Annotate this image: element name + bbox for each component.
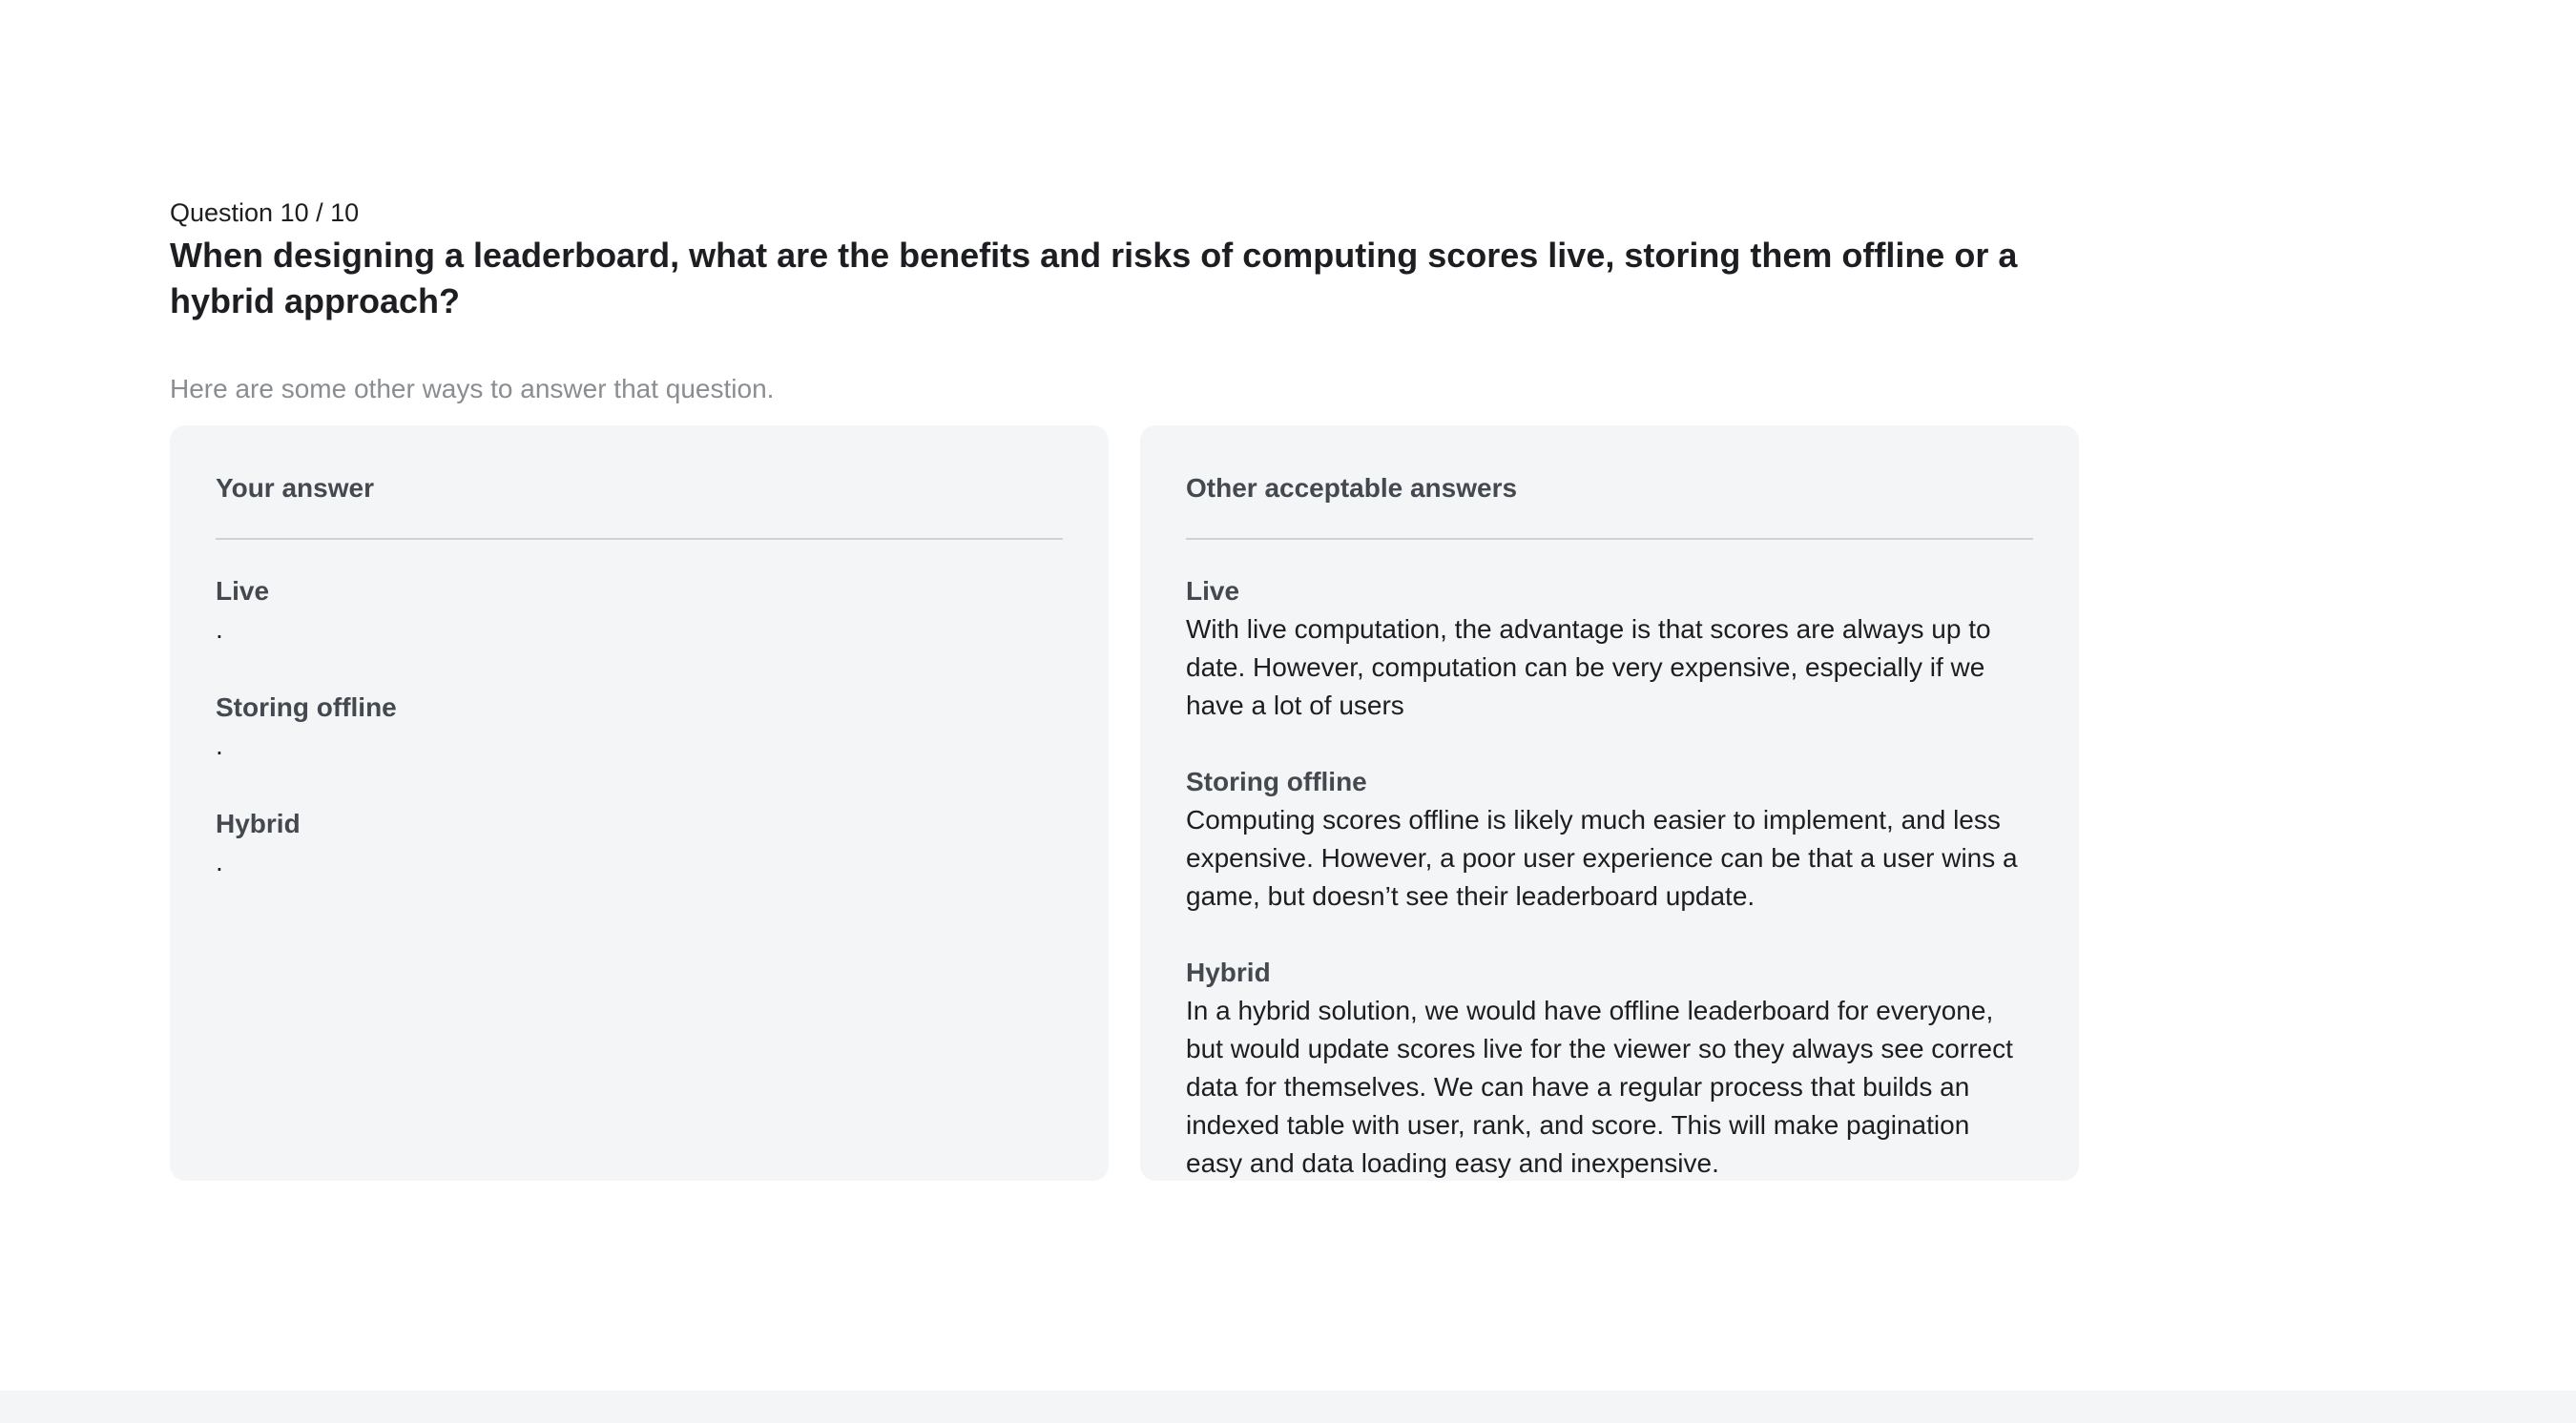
question-title: When designing a leaderboard, what are t… bbox=[170, 236, 2018, 320]
section-body: . bbox=[216, 731, 223, 760]
other-answer-section-storing-offline: Storing offline Computing scores offline… bbox=[1186, 763, 2033, 916]
answers-hint: Here are some other ways to answer that … bbox=[170, 374, 775, 403]
your-answer-section-live: Live . bbox=[216, 572, 1063, 649]
section-heading: Hybrid bbox=[216, 809, 301, 838]
question-review: Question 10 / 10 When designing a leader… bbox=[170, 195, 2079, 1181]
your-answer-title: Your answer bbox=[216, 471, 1063, 540]
section-body: With live computation, the advantage is … bbox=[1186, 614, 1991, 720]
your-answer-section-storing-offline: Storing offline . bbox=[216, 689, 1063, 765]
other-answer-section-hybrid: Hybrid In a hybrid solution, we would ha… bbox=[1186, 954, 2033, 1183]
answers-comparison: Your answer Live . Storing offline . Hyb… bbox=[170, 425, 2079, 1181]
your-answer-card: Your answer Live . Storing offline . Hyb… bbox=[170, 425, 1109, 1181]
section-heading: Storing offline bbox=[1186, 767, 1367, 796]
section-heading: Hybrid bbox=[1186, 958, 1271, 987]
question-counter: Question 10 / 10 bbox=[170, 198, 360, 227]
section-body: . bbox=[216, 614, 223, 644]
section-heading: Live bbox=[1186, 576, 1240, 606]
footer-band bbox=[0, 1391, 2576, 1423]
other-answer-section-live: Live With live computation, the advantag… bbox=[1186, 572, 2033, 725]
other-answers-title: Other acceptable answers bbox=[1186, 471, 2033, 540]
section-body: Computing scores offline is likely much … bbox=[1186, 805, 2018, 911]
other-answers-card: Other acceptable answers Live With live … bbox=[1140, 425, 2079, 1181]
section-heading: Live bbox=[216, 576, 270, 606]
section-heading: Storing offline bbox=[216, 692, 397, 722]
section-body: In a hybrid solution, we would have offl… bbox=[1186, 996, 2013, 1178]
section-body: . bbox=[216, 847, 223, 876]
your-answer-section-hybrid: Hybrid . bbox=[216, 805, 1063, 881]
